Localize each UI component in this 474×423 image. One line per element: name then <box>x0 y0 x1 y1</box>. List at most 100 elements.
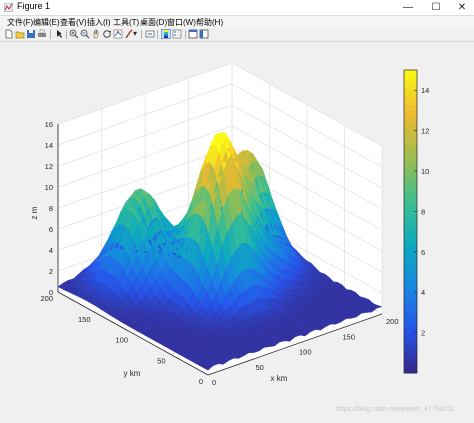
new-figure-icon[interactable] <box>4 29 14 39</box>
z-tick-label: 2 <box>49 267 53 276</box>
colorbar-segment <box>404 241 417 248</box>
x-tick-label: 0 <box>212 378 216 387</box>
colorbar-segment <box>404 272 417 278</box>
menu-window[interactable]: 窗口(W) <box>167 17 196 28</box>
open-file-icon[interactable] <box>15 29 25 39</box>
pan-icon[interactable] <box>91 29 101 39</box>
show-plot-tools-icon[interactable] <box>199 29 209 39</box>
colorbar-segment <box>404 307 417 313</box>
colorbar-tick-label: 6 <box>421 248 425 257</box>
colorbar-segment <box>404 196 417 202</box>
window-titlebar: Figure 1 — ☐ ✕ <box>0 0 474 16</box>
colorbar-segment <box>404 145 417 152</box>
print-icon[interactable] <box>37 29 47 39</box>
colorbar-segment <box>404 221 417 227</box>
menu-file[interactable]: 文件(F) <box>7 17 33 28</box>
colorbar-tick-label: 14 <box>421 86 429 95</box>
colorbar-segment <box>404 347 417 354</box>
colorbar-segment <box>404 327 417 334</box>
colorbar-segment <box>404 266 417 273</box>
colorbar-segment <box>404 342 417 349</box>
colorbar-segment <box>404 251 417 258</box>
colorbar-segment <box>404 352 417 359</box>
window-title: Figure 1 <box>17 1 51 11</box>
menu-help[interactable]: 帮助(H) <box>196 17 223 28</box>
colorbar-segment <box>404 246 417 253</box>
colorbar-segment <box>404 85 417 91</box>
colorbar-tick-label: 8 <box>421 207 425 216</box>
colorbar-segment <box>404 181 417 187</box>
colorbar-segment <box>404 287 417 293</box>
colorbar-segment <box>404 362 417 369</box>
colorbar-segment <box>404 115 417 121</box>
colorbar-segment <box>404 297 417 303</box>
colorbar-segment <box>404 282 417 288</box>
rotate-3d-icon[interactable] <box>102 29 112 39</box>
colorbar-segment <box>404 277 417 283</box>
colorbar-segment <box>404 135 417 142</box>
x-axis-label: x km <box>271 374 288 383</box>
colorbar-segment <box>404 216 417 222</box>
colorbar-segment <box>404 211 417 217</box>
menu-view[interactable]: 查看(V) <box>60 17 87 28</box>
close-button[interactable]: ✕ <box>449 0 474 15</box>
hide-plot-tools-icon[interactable] <box>188 29 198 39</box>
brush-dropdown-icon[interactable]: ▾ <box>132 29 138 39</box>
colorbar-segment <box>404 261 417 268</box>
save-icon[interactable] <box>26 29 36 39</box>
surface-plot[interactable]: 0501001502000501001502000246810121416x k… <box>3 42 471 418</box>
colorbar-segment <box>404 155 417 162</box>
colorbar-icon[interactable] <box>161 29 171 39</box>
colorbar-segment <box>404 80 417 86</box>
colorbar-segment <box>404 256 417 263</box>
colorbar-segment <box>404 100 417 106</box>
maximize-button[interactable]: ☐ <box>423 0 449 15</box>
colorbar-tick-label: 2 <box>421 329 425 338</box>
y-tick-label: 0 <box>199 377 203 386</box>
z-axis-label: z m <box>30 206 39 219</box>
menu-tools[interactable]: 工具(T) <box>113 17 139 28</box>
colorbar-segment <box>404 120 417 126</box>
colorbar-segment <box>404 70 417 76</box>
colorbar-segment <box>404 206 417 212</box>
colorbar-segment <box>404 165 417 172</box>
matlab-figure-icon <box>4 3 13 12</box>
menu-insert[interactable]: 插入(I) <box>87 17 111 28</box>
colorbar-segment <box>404 90 417 96</box>
edit-plot-icon[interactable] <box>54 29 64 39</box>
x-tick-label: 100 <box>299 348 312 357</box>
colorbar-segment <box>404 160 417 167</box>
colorbar-segment <box>404 367 417 374</box>
legend-icon[interactable] <box>172 29 182 39</box>
y-tick-label: 50 <box>157 356 165 365</box>
zoom-in-icon[interactable] <box>69 29 79 39</box>
link-plot-icon[interactable] <box>145 29 155 39</box>
data-cursor-icon[interactable] <box>113 29 123 39</box>
colorbar-segment <box>404 236 417 243</box>
colorbar-segment <box>404 130 417 137</box>
colorbar-segment <box>404 186 417 192</box>
colorbar-segment <box>404 332 417 339</box>
colorbar-segment <box>404 125 417 132</box>
colorbar-segment <box>404 191 417 197</box>
minimize-button[interactable]: — <box>395 0 421 15</box>
colorbar-segment <box>404 317 417 323</box>
x-tick-label: 200 <box>386 317 399 326</box>
zoom-out-icon[interactable] <box>80 29 90 39</box>
menu-desktop[interactable]: 桌面(D) <box>140 17 167 28</box>
y-tick-label: 100 <box>115 336 128 345</box>
colorbar-segment <box>404 75 417 81</box>
menu-edit[interactable]: 编辑(E) <box>33 17 60 28</box>
colorbar-segment <box>404 105 417 111</box>
z-tick-label: 10 <box>45 183 53 192</box>
y-axis-label: y km <box>124 369 141 378</box>
z-tick-label: 16 <box>45 120 53 129</box>
colorbar-segment <box>404 176 417 182</box>
colorbar-segment <box>404 110 417 116</box>
z-tick-label: 0 <box>49 288 53 297</box>
colorbar-tick-label: 4 <box>421 288 425 297</box>
y-tick-label: 150 <box>78 315 91 324</box>
watermark: https://blog.csdn.net/weixin_47766011 <box>336 406 455 413</box>
colorbar-segment <box>404 95 417 101</box>
x-tick-label: 150 <box>343 332 356 341</box>
